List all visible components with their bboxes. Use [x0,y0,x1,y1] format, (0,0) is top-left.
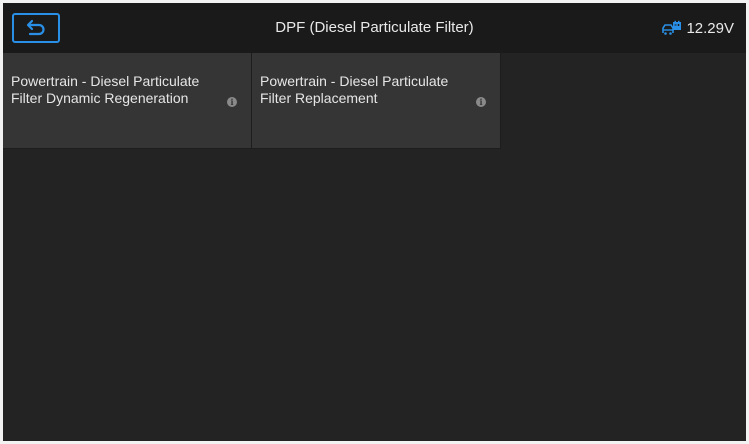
info-icon[interactable]: i [476,97,486,107]
voltage-value: 12.29V [686,19,734,37]
function-list: Powertrain - Diesel Particulate Filter D… [3,53,501,149]
tile-label: Powertrain - Diesel Particulate Filter D… [11,73,200,106]
app-screen: DPF (Diesel Particulate Filter) 12.29V P… [3,3,746,441]
tile-dpf-dynamic-regeneration[interactable]: Powertrain - Diesel Particulate Filter D… [3,53,252,149]
battery-voltage: 12.29V [662,3,734,53]
tile-dpf-replacement[interactable]: Powertrain - Diesel Particulate Filter R… [252,53,501,149]
vehicle-battery-icon [662,20,682,35]
page-title: DPF (Diesel Particulate Filter) [275,19,474,36]
tile-label: Powertrain - Diesel Particulate Filter R… [260,73,449,106]
info-icon[interactable]: i [227,97,237,107]
top-bar: DPF (Diesel Particulate Filter) 12.29V [3,3,746,53]
